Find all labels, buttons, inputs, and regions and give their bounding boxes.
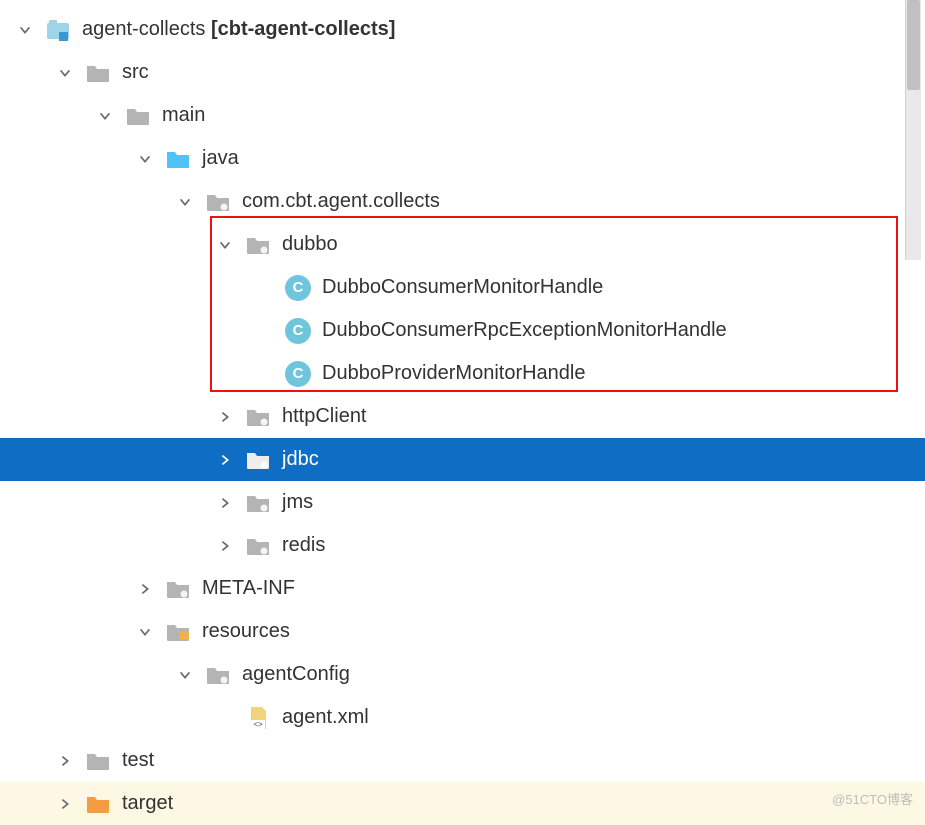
- tree-item-module-name: [cbt-agent-collects]: [211, 18, 395, 40]
- tree-item-label: main: [162, 104, 205, 127]
- xml-icon: <>: [244, 706, 272, 730]
- tree-item[interactable]: httpClient: [0, 395, 925, 438]
- resources-icon: [164, 622, 192, 642]
- tree-item[interactable]: com.cbt.agent.collects: [0, 180, 925, 223]
- tree-item[interactable]: resources: [0, 610, 925, 653]
- chevron-down-icon[interactable]: [214, 238, 236, 252]
- tree-item[interactable]: test: [0, 739, 925, 782]
- tree-item[interactable]: jdbc: [0, 438, 925, 481]
- tree-item[interactable]: C DubboConsumerRpcExceptionMonitorHandle: [0, 309, 925, 352]
- tree-item[interactable]: java: [0, 137, 925, 180]
- tree-item[interactable]: <> agent.xml: [0, 696, 925, 739]
- chevron-right-icon[interactable]: [54, 797, 76, 811]
- tree-item[interactable]: META-INF: [0, 567, 925, 610]
- tree-item[interactable]: target: [0, 782, 925, 825]
- tree-item-label: jms: [282, 491, 313, 514]
- class-icon: C: [284, 318, 312, 344]
- tree-item-label: DubboConsumerMonitorHandle: [322, 276, 603, 299]
- tree-item[interactable]: main: [0, 94, 925, 137]
- package-icon: [244, 450, 272, 470]
- package-icon: [204, 192, 232, 212]
- tree-item[interactable]: agentConfig: [0, 653, 925, 696]
- tree-item[interactable]: dubbo: [0, 223, 925, 266]
- chevron-right-icon[interactable]: [134, 582, 156, 596]
- package-icon: [244, 493, 272, 513]
- chevron-right-icon[interactable]: [214, 496, 236, 510]
- chevron-down-icon[interactable]: [14, 23, 36, 37]
- tree-item-label: DubboConsumerRpcExceptionMonitorHandle: [322, 319, 727, 342]
- folder-gray-icon: [124, 106, 152, 126]
- folder-blue-icon: [164, 149, 192, 169]
- tree-item-label: target: [122, 792, 173, 815]
- tree-item-label: src: [122, 61, 149, 84]
- package-icon: [244, 536, 272, 556]
- package-icon: [244, 407, 272, 427]
- tree-item[interactable]: C DubboProviderMonitorHandle: [0, 352, 925, 395]
- scrollbar[interactable]: [905, 0, 921, 260]
- package-icon: [204, 665, 232, 685]
- tree-item-label: dubbo: [282, 233, 338, 256]
- chevron-right-icon[interactable]: [214, 410, 236, 424]
- tree-item[interactable]: src: [0, 51, 925, 94]
- tree-item-label: java: [202, 147, 239, 170]
- folder-gray-icon: [84, 63, 112, 83]
- chevron-down-icon[interactable]: [134, 625, 156, 639]
- chevron-right-icon[interactable]: [54, 754, 76, 768]
- tree-item-label: redis: [282, 534, 325, 557]
- tree-item[interactable]: jms: [0, 481, 925, 524]
- folder-orange-icon: [84, 794, 112, 814]
- chevron-down-icon[interactable]: [54, 66, 76, 80]
- scrollbar-thumb[interactable]: [907, 0, 920, 90]
- tree-item-label: DubboProviderMonitorHandle: [322, 362, 585, 385]
- folder-gray-icon: [84, 751, 112, 771]
- package-icon: [244, 235, 272, 255]
- class-icon: C: [284, 361, 312, 387]
- project-tree: agent-collects [cbt-agent-collects] srcma…: [0, 0, 925, 825]
- tree-item-label: test: [122, 749, 154, 772]
- chevron-down-icon[interactable]: [134, 152, 156, 166]
- watermark: @51CTO博客: [832, 789, 913, 808]
- tree-item-label: httpClient: [282, 405, 367, 428]
- tree-item-label: META-INF: [202, 577, 295, 600]
- tree-item-label: resources: [202, 620, 290, 643]
- tree-item[interactable]: agent-collects [cbt-agent-collects]: [0, 8, 925, 51]
- tree-item-label: jdbc: [282, 448, 319, 471]
- tree-item[interactable]: redis: [0, 524, 925, 567]
- tree-item-label: agentConfig: [242, 663, 350, 686]
- package-icon: [164, 579, 192, 599]
- svg-text:<>: <>: [253, 720, 263, 729]
- tree-item-label: agent-collects [cbt-agent-collects]: [82, 18, 395, 41]
- tree-item[interactable]: C DubboConsumerMonitorHandle: [0, 266, 925, 309]
- tree-item-label: agent.xml: [282, 706, 369, 729]
- tree-item-label: com.cbt.agent.collects: [242, 190, 440, 213]
- chevron-right-icon[interactable]: [214, 453, 236, 467]
- module-icon: [44, 19, 72, 41]
- class-icon: C: [284, 275, 312, 301]
- chevron-down-icon[interactable]: [174, 668, 196, 682]
- chevron-down-icon[interactable]: [174, 195, 196, 209]
- chevron-right-icon[interactable]: [214, 539, 236, 553]
- chevron-down-icon[interactable]: [94, 109, 116, 123]
